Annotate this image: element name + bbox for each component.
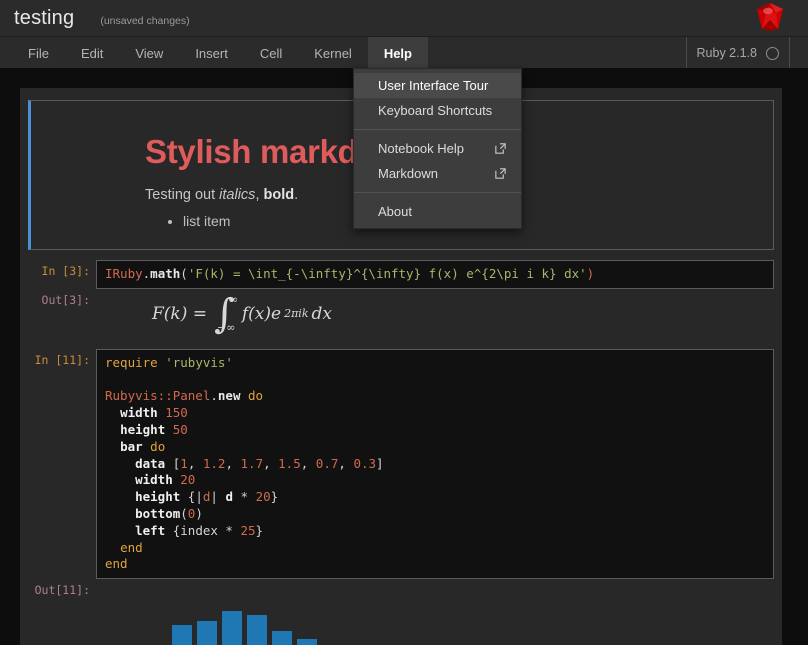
input-prompt: In [11]: [34, 352, 90, 367]
help-menu-item-about[interactable]: About [354, 199, 521, 224]
kernel-idle-circle-icon[interactable] [766, 46, 779, 60]
menu-insert[interactable]: Insert [179, 37, 244, 69]
formula-lhs: F(k) = [152, 303, 208, 324]
menu-cell[interactable]: Cell [244, 37, 298, 69]
help-menu-label: Markdown [378, 166, 438, 181]
menu-view[interactable]: View [119, 37, 179, 69]
code-token-paren-close: ) [586, 266, 595, 281]
help-menu-item-notebook-help[interactable]: Notebook Help [354, 136, 521, 161]
math-output: F(k) = ∞ ∫ −∞ f(x)e 2πik dx [96, 289, 774, 343]
code-cell-1[interactable]: In [3]: IRuby.math('F(k) = \int_{-\infty… [20, 260, 782, 343]
bar-chart [104, 581, 766, 645]
code-cell-2[interactable]: In [11]: require 'rubyvis' Rubyvis::Pane… [20, 348, 782, 645]
kernel-name-label: Ruby 2.1.8 [696, 46, 757, 60]
code-editor[interactable]: IRuby.math('F(k) = \int_{-\infty}^{\inft… [96, 260, 774, 289]
code-token-constant: IRuby [105, 266, 143, 281]
menu-help[interactable]: Help [367, 37, 428, 69]
output-prompt: Out[3]: [41, 292, 90, 307]
formula-differential: dx [311, 303, 332, 324]
save-status-label: (unsaved changes) [100, 14, 190, 27]
help-menu-item-markdown[interactable]: Markdown [354, 161, 521, 186]
chart-bar [172, 625, 192, 645]
help-menu-label: User Interface Tour [378, 78, 489, 93]
code-cell-2-output-row: Out[11]: [20, 579, 782, 645]
help-menu-item-keyboard-shortcuts[interactable]: Keyboard Shortcuts [354, 98, 521, 123]
chart-bar [247, 615, 267, 645]
external-link-icon [495, 143, 506, 154]
paragraph-italic: italics [219, 187, 256, 203]
dropdown-divider [354, 129, 521, 130]
latex-formula: F(k) = ∞ ∫ −∞ f(x)e 2πik dx [104, 291, 766, 339]
help-menu-item-user-interface-tour[interactable]: User Interface Tour [354, 73, 521, 98]
help-menu-label: About [378, 204, 412, 219]
ruby-gem-icon [757, 3, 783, 31]
chart-bar [197, 621, 217, 645]
external-link-icon [495, 168, 506, 179]
input-prompt: In [3]: [41, 264, 90, 278]
menubar: File Edit View Insert Cell Kernel Help R… [0, 36, 808, 69]
menu-file[interactable]: File [12, 37, 65, 69]
dropdown-divider [354, 192, 521, 193]
integral-upper-limit: ∞ [229, 292, 239, 306]
formula-integrand: f(x)e [241, 303, 282, 324]
menu-kernel[interactable]: Kernel [298, 37, 368, 69]
formula-exponent: 2πik [284, 307, 309, 321]
chart-bar [297, 639, 317, 645]
kernel-indicator-area: Ruby 2.1.8 [685, 37, 790, 69]
code-cell-2-input-row: In [11]: require 'rubyvis' Rubyvis::Pane… [20, 348, 782, 580]
help-menu-label: Notebook Help [378, 141, 464, 156]
code-token-method: math [150, 266, 181, 281]
notebook-title[interactable]: testing [14, 7, 74, 30]
menu-edit[interactable]: Edit [65, 37, 119, 69]
notebook-header: testing (unsaved changes) [0, 0, 808, 36]
chart-output [96, 579, 774, 645]
chart-bar [272, 631, 292, 645]
output-prompt: Out[11]: [34, 583, 90, 598]
paragraph-bold: bold [263, 187, 295, 203]
code-cell-1-output-row: Out[3]: F(k) = ∞ ∫ −∞ f(x)e 2πik dx [20, 289, 782, 343]
integral-symbol: ∞ ∫ −∞ [214, 293, 238, 334]
paragraph-text-post: . [294, 187, 299, 203]
integral-lower-limit: −∞ [217, 320, 236, 334]
help-menu-label: Keyboard Shortcuts [378, 103, 493, 118]
code-token-paren-open: ( [180, 266, 188, 281]
paragraph-text-pre: Testing out [145, 187, 220, 203]
paragraph-text-mid: , [255, 187, 264, 203]
code-editor[interactable]: require 'rubyvis' Rubyvis::Panel.new do … [96, 348, 774, 580]
code-token-string: 'F(k) = \int_{-\infty}^{\infty} f(x) e^{… [187, 266, 587, 281]
code-cell-1-input-row: In [3]: IRuby.math('F(k) = \int_{-\infty… [20, 260, 782, 289]
chart-bar [222, 611, 242, 645]
help-dropdown-menu: User Interface Tour Keyboard Shortcuts N… [353, 68, 522, 229]
